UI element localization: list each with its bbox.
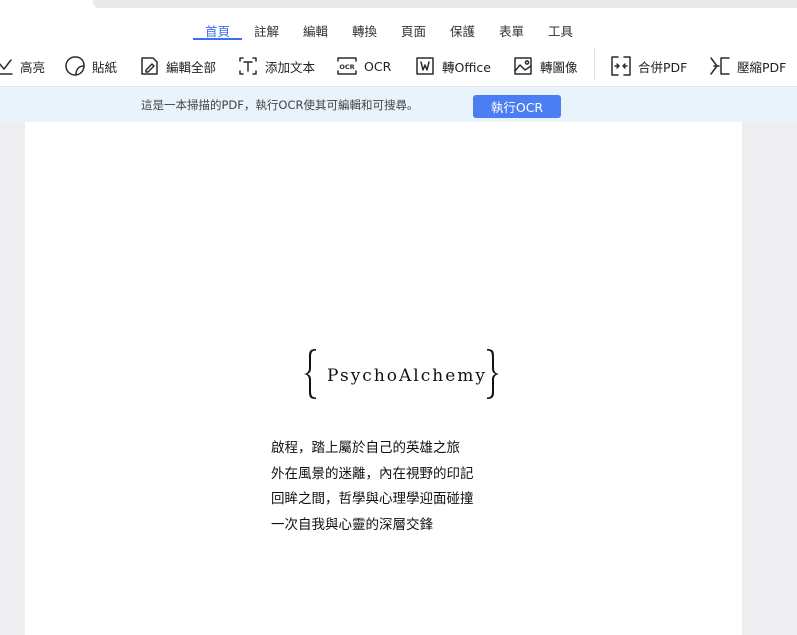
- compress-icon: [709, 55, 731, 77]
- to-image-button[interactable]: 轉圖像: [512, 52, 578, 80]
- menu-tabs: 首頁 註解 編輯 轉換 頁面 保護 表單 工具: [0, 14, 797, 42]
- compress-pdf-button[interactable]: 壓縮PDF: [709, 52, 786, 80]
- merge-pdf-label: 合併PDF: [638, 59, 688, 75]
- word-document-icon: [414, 55, 436, 77]
- highlight-label: 高亮: [20, 59, 46, 75]
- svg-text:OCR: OCR: [339, 63, 354, 71]
- edit-all-button[interactable]: 編輯全部: [138, 52, 216, 80]
- tab-tools[interactable]: 工具: [548, 21, 573, 40]
- poem-text: 啟程，踏上屬於自己的英雄之旅 外在風景的迷離，內在視野的印記 回眸之間，哲學與心…: [271, 436, 474, 538]
- highlight-button[interactable]: 高亮: [0, 52, 45, 80]
- tab-annotate[interactable]: 註解: [254, 21, 279, 40]
- add-text-label: 添加文本: [265, 59, 316, 75]
- ocr-icon: OCR: [336, 55, 358, 77]
- ocr-button[interactable]: OCR OCR: [336, 52, 391, 80]
- highlighter-icon: [0, 55, 14, 77]
- text-box-icon: [237, 55, 259, 77]
- poem-line: 一次自我與心靈的深層交鋒: [271, 516, 433, 533]
- brand-logo: PsychoAlchemy: [301, 348, 506, 404]
- left-brace-icon: [304, 349, 316, 399]
- tab-page[interactable]: 頁面: [401, 21, 426, 40]
- active-tab-underline: [193, 38, 242, 40]
- edit-document-icon: [138, 55, 160, 77]
- image-icon: [512, 55, 534, 77]
- sticker-icon: [64, 55, 86, 77]
- run-ocr-button[interactable]: 執行OCR: [473, 95, 561, 118]
- poem-line: 啟程，踏上屬於自己的英雄之旅: [271, 440, 460, 456]
- ocr-label: OCR: [364, 58, 392, 74]
- banner-message: 這是一本掃描的PDF，執行OCR使其可編輯和可搜尋。: [141, 98, 419, 112]
- merge-icon: [610, 55, 632, 77]
- tab-form[interactable]: 表單: [499, 21, 524, 40]
- tab-convert[interactable]: 轉換: [352, 21, 377, 40]
- document-workspace[interactable]: PsychoAlchemy 啟程，踏上屬於自己的英雄之旅 外在風景的迷離，內在視…: [0, 122, 797, 635]
- pdf-page[interactable]: PsychoAlchemy 啟程，踏上屬於自己的英雄之旅 外在風景的迷離，內在視…: [25, 122, 742, 635]
- merge-pdf-button[interactable]: 合併PDF: [610, 52, 687, 80]
- sticker-button[interactable]: 貼紙: [64, 52, 117, 80]
- compress-pdf-label: 壓縮PDF: [737, 59, 787, 75]
- top-strip: [0, 0, 797, 14]
- sticker-label: 貼紙: [92, 59, 118, 75]
- pdf-editor-window: 首頁 註解 編輯 轉換 頁面 保護 表單 工具 高亮 貼紙 編輯全部 添加文本 …: [0, 0, 797, 635]
- poem-line: 外在風景的迷離，內在視野的印記: [271, 465, 474, 482]
- right-brace-icon: [487, 349, 499, 399]
- to-office-button[interactable]: 轉Office: [414, 52, 491, 80]
- edit-all-label: 編輯全部: [166, 59, 217, 75]
- brand-name: PsychoAlchemy: [327, 366, 487, 386]
- to-office-label: 轉Office: [442, 59, 491, 75]
- add-text-button[interactable]: 添加文本: [237, 52, 315, 80]
- tab-protect[interactable]: 保護: [450, 21, 475, 40]
- ocr-notification-banner: 這是一本掃描的PDF，執行OCR使其可編輯和可搜尋。 執行OCR: [0, 86, 797, 122]
- poem-line: 回眸之間，哲學與心理學迎面碰撞: [271, 491, 474, 507]
- toolbar: 高亮 貼紙 編輯全部 添加文本 OCR OCR 轉Office 轉圖像 合併PD…: [0, 46, 797, 86]
- title-bar-strip: [93, 0, 797, 8]
- to-image-label: 轉圖像: [540, 59, 578, 75]
- tab-edit[interactable]: 編輯: [303, 21, 328, 40]
- toolbar-divider: [594, 48, 595, 80]
